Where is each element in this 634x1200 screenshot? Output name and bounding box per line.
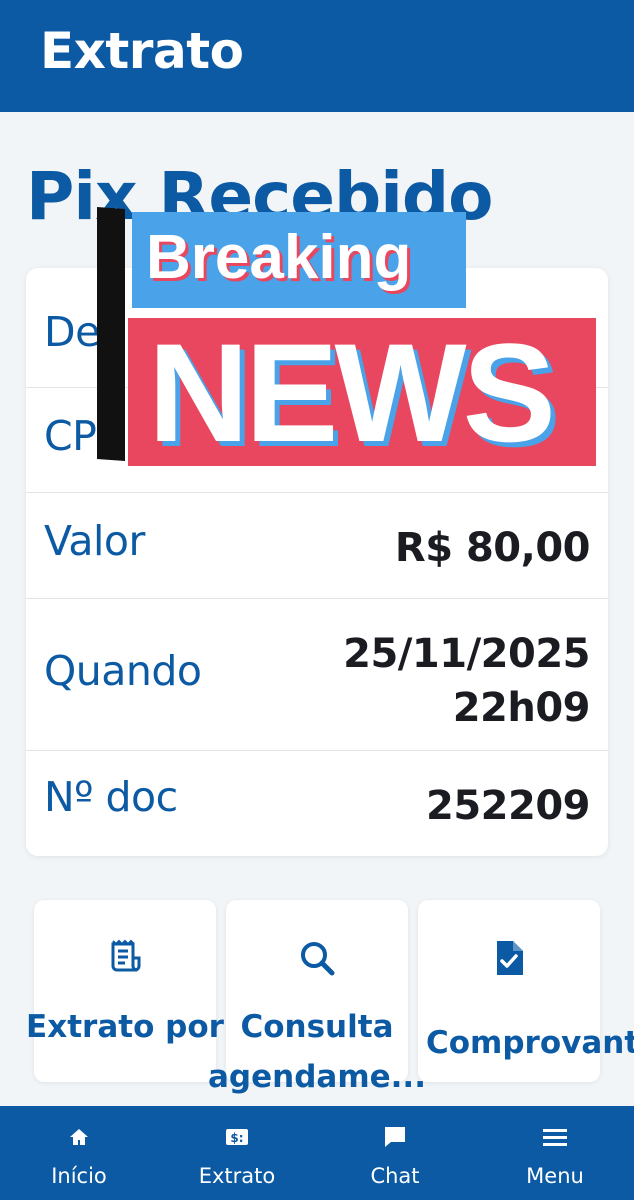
detail-label: De [44,308,100,356]
action-label: Comprovant [426,1025,634,1061]
detail-row-when: Quando 25/11/2025 22h09 [26,599,608,751]
tab-home[interactable]: Início [0,1106,158,1200]
breaking-text: Breaking [146,223,412,292]
detail-label: Valor [44,517,145,565]
tab-label: Menu [526,1164,584,1188]
bottom-tab-bar: Início $: Extrato Chat Menu [0,1106,634,1200]
tab-menu[interactable]: Menu [476,1106,634,1200]
scheduled-query-action[interactable]: Consulta agendame... [208,900,426,1095]
search-icon [301,942,335,976]
detail-row-doc: Nº doc 252209 [26,751,608,856]
home-icon [70,1129,88,1145]
detail-label: Quando [44,647,202,695]
amount-value: R$ 80,00 [394,525,591,571]
tab-label: Início [51,1164,107,1188]
menu-icon [543,1129,567,1146]
header-title: Extrato [40,22,244,80]
svg-text:$:: $: [230,1131,243,1145]
tab-label: Chat [370,1164,420,1188]
action-label: Extrato por [26,1009,224,1045]
chat-icon [385,1127,405,1147]
doc-number-value: 252209 [426,783,591,829]
action-label: Consulta agendame... [208,1009,426,1095]
news-banner: NEWS [128,314,596,471]
tab-label: Extrato [198,1164,276,1188]
date-value: 25/11/2025 [343,631,590,677]
tab-statement[interactable]: $: Extrato [158,1106,316,1200]
time-value: 22h09 [452,685,591,731]
tab-chat[interactable]: Chat [316,1106,474,1200]
money-icon: $: [226,1129,248,1145]
document-check-icon [497,941,523,975]
news-text: NEWS [148,314,556,471]
breaking-news-bar [97,207,125,461]
app-header: Extrato [0,0,634,112]
breaking-banner: Breaking [132,212,466,308]
detail-row-amount: Valor R$ 80,00 [26,493,608,599]
detail-label: Nº doc [44,773,178,821]
statement-by-action[interactable]: Extrato por [26,900,224,1082]
receipt-icon [111,939,141,972]
quick-actions: Extrato por Consulta agendame... Comprov… [26,900,634,1095]
receipt-action[interactable]: Comprovant [418,900,634,1082]
